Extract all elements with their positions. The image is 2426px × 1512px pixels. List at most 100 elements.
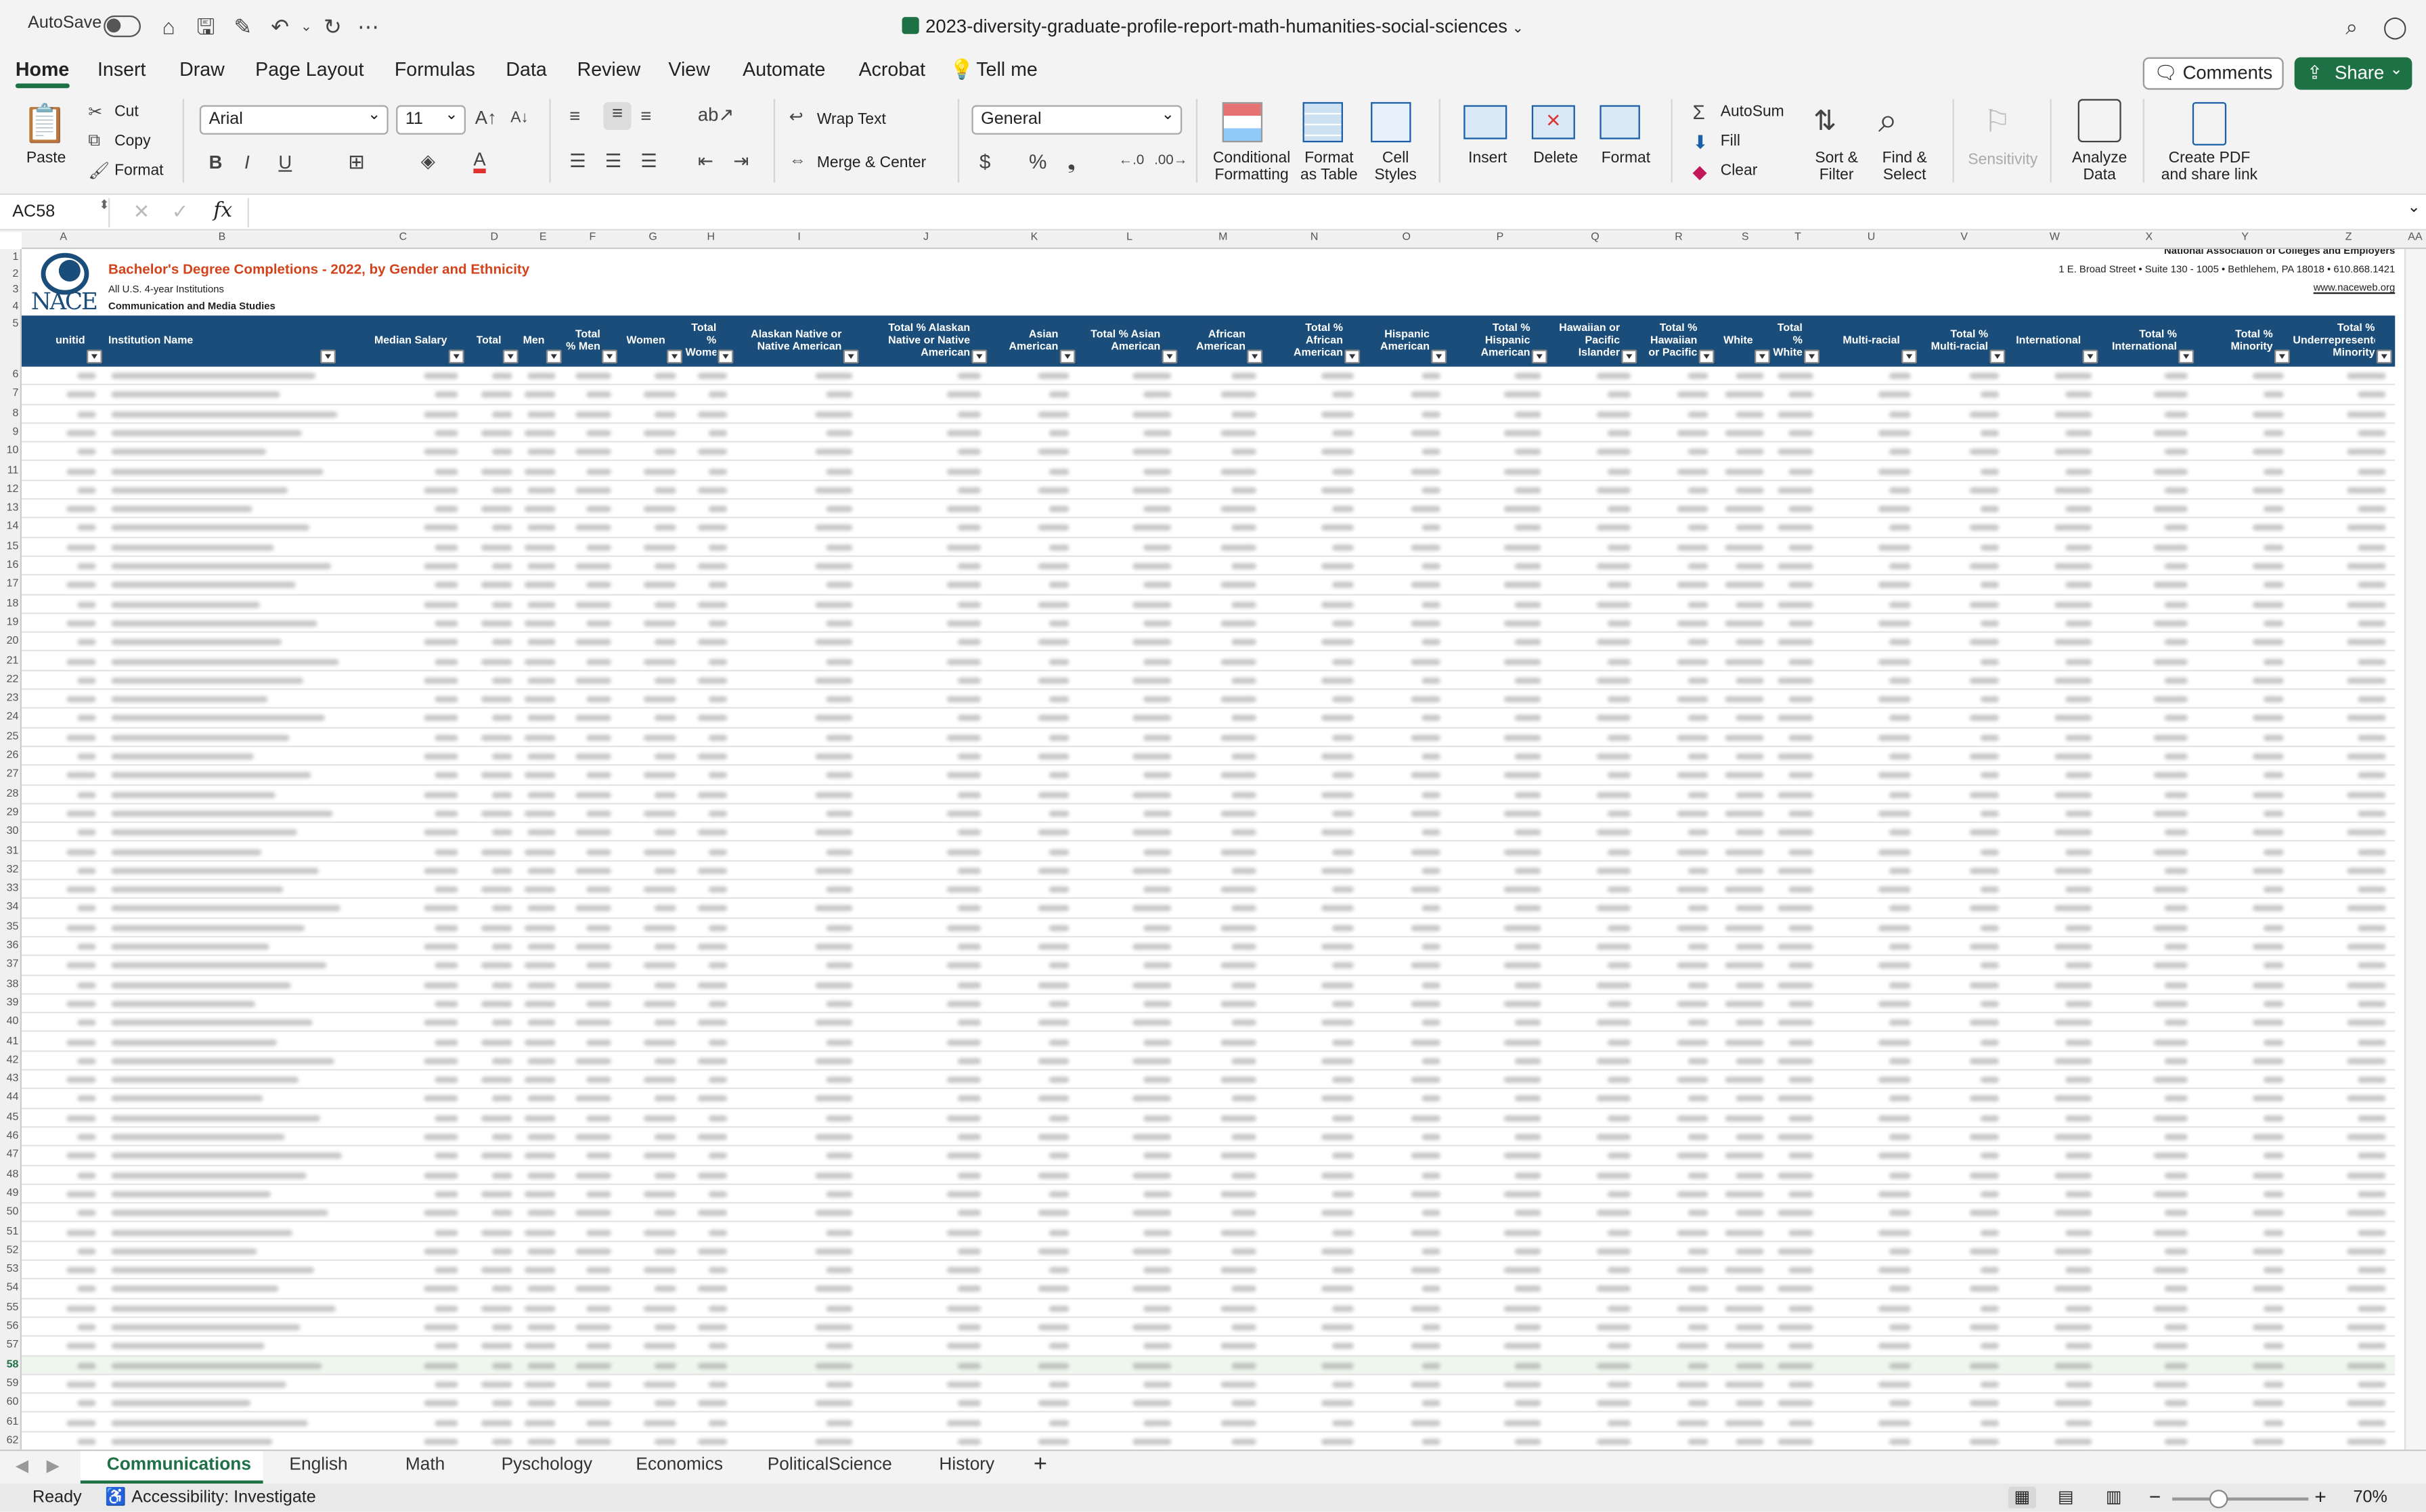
cell-value[interactable]: [586, 658, 611, 665]
cell-value[interactable]: [1143, 925, 1172, 931]
cell-value[interactable]: [491, 411, 512, 418]
cell-value[interactable]: [111, 1038, 278, 1045]
cell-value[interactable]: [708, 962, 728, 969]
cell-value[interactable]: [2252, 1286, 2284, 1293]
cell-value[interactable]: [2347, 906, 2386, 912]
cell-value[interactable]: [1132, 867, 1172, 874]
cell-value[interactable]: [111, 1286, 279, 1293]
cell-value[interactable]: [1503, 772, 1541, 779]
cell-value[interactable]: [1321, 791, 1354, 798]
cell-value[interactable]: [2358, 1343, 2386, 1350]
cell-value[interactable]: [424, 449, 458, 455]
cell-value[interactable]: [1736, 1019, 1764, 1026]
cell-value[interactable]: [1889, 943, 1911, 950]
row-header-19[interactable]: 19: [0, 617, 19, 628]
cell-value[interactable]: [1736, 1438, 1764, 1445]
row-header-30[interactable]: 30: [0, 826, 19, 837]
merge-center-button[interactable]: Merge & Center: [817, 155, 926, 172]
cell-value[interactable]: [1688, 1248, 1708, 1255]
cell-value[interactable]: [1980, 810, 2000, 817]
cell-value[interactable]: [815, 487, 853, 493]
cell-value[interactable]: [491, 867, 512, 874]
row-header-24[interactable]: 24: [0, 712, 19, 723]
cell-value[interactable]: [2153, 543, 2188, 550]
cell-value[interactable]: [575, 1400, 611, 1407]
cell-value[interactable]: [1788, 1191, 1813, 1197]
cell-value[interactable]: [1889, 372, 1911, 379]
cell-value[interactable]: [575, 791, 611, 798]
cell-value[interactable]: [1878, 810, 1911, 817]
cell-value[interactable]: [1143, 696, 1172, 703]
cell-value[interactable]: [2263, 582, 2284, 589]
column-header-q[interactable]: Q: [1550, 232, 1640, 243]
tab-page-layout[interactable]: Page Layout: [255, 59, 363, 81]
cell-value[interactable]: [527, 1172, 556, 1178]
cell-value[interactable]: [2358, 391, 2386, 399]
cell-value[interactable]: [111, 1267, 314, 1274]
cell-value[interactable]: [697, 525, 728, 531]
cell-value[interactable]: [2252, 372, 2284, 379]
cell-value[interactable]: [1514, 1362, 1541, 1369]
cell-value[interactable]: [1231, 1324, 1256, 1331]
cell-value[interactable]: [1038, 487, 1069, 493]
row-header-10[interactable]: 10: [0, 446, 19, 457]
cell-value[interactable]: [111, 886, 284, 893]
cell-value[interactable]: [1688, 449, 1708, 455]
cell-value[interactable]: [2347, 1209, 2386, 1216]
cell-value[interactable]: [654, 867, 676, 874]
percent-icon[interactable]: %: [1029, 150, 1046, 173]
cell-value[interactable]: [1321, 411, 1354, 418]
cell-value[interactable]: [1736, 715, 1764, 722]
filter-dropdown-icon[interactable]: [2082, 349, 2098, 364]
cell-value[interactable]: [481, 696, 512, 703]
cell-value[interactable]: [1503, 848, 1541, 855]
cell-value[interactable]: [2358, 886, 2386, 893]
cell-value[interactable]: [1778, 715, 1813, 722]
cell-value[interactable]: [424, 1209, 458, 1216]
cell-value[interactable]: [957, 1019, 982, 1026]
cell-value[interactable]: [1778, 1286, 1813, 1293]
cell-value[interactable]: [1596, 677, 1631, 684]
prev-sheet-icon[interactable]: ◀: [16, 1456, 28, 1475]
cell-value[interactable]: [957, 525, 982, 531]
cell-value[interactable]: [481, 1305, 512, 1312]
cell-value[interactable]: [491, 449, 512, 455]
cell-value[interactable]: [66, 1381, 96, 1388]
cell-value[interactable]: [1038, 677, 1069, 684]
cell-value[interactable]: [1969, 449, 2000, 455]
cell-value[interactable]: [524, 543, 556, 550]
filter-dropdown-icon[interactable]: [320, 349, 336, 364]
cell-value[interactable]: [1677, 1191, 1708, 1197]
cell-value[interactable]: [1980, 1077, 2000, 1084]
cell-value[interactable]: [957, 791, 982, 798]
cell-value[interactable]: [1878, 506, 1911, 512]
cell-value[interactable]: [481, 962, 512, 969]
cell-value[interactable]: [2153, 582, 2188, 589]
cell-value[interactable]: [527, 867, 556, 874]
cell-value[interactable]: [1038, 372, 1069, 379]
cell-value[interactable]: [1132, 562, 1172, 570]
cell-value[interactable]: [1421, 753, 1440, 760]
cell-value[interactable]: [1889, 1248, 1911, 1255]
cell-value[interactable]: [697, 1248, 728, 1255]
cell-value[interactable]: [481, 1115, 512, 1121]
cell-value[interactable]: [1878, 696, 1911, 703]
cell-value[interactable]: [1038, 1400, 1069, 1407]
cell-value[interactable]: [2358, 696, 2386, 703]
cell-value[interactable]: [815, 372, 853, 379]
cell-value[interactable]: [1736, 753, 1764, 760]
cell-value[interactable]: [815, 525, 853, 531]
table-row[interactable]: [21, 671, 2396, 690]
cell-value[interactable]: [2347, 829, 2386, 836]
cell-value[interactable]: [1688, 1438, 1708, 1445]
table-row[interactable]: [22, 1432, 2395, 1450]
cell-value[interactable]: [1607, 1153, 1631, 1159]
cell-value[interactable]: [2358, 468, 2386, 474]
cell-value[interactable]: [1514, 1438, 1541, 1445]
cell-value[interactable]: [424, 677, 458, 684]
cell-value[interactable]: [1736, 1324, 1764, 1331]
cell-value[interactable]: [815, 715, 853, 722]
cell-value[interactable]: [815, 1362, 853, 1369]
cell-value[interactable]: [1788, 658, 1813, 665]
cell-value[interactable]: [575, 1362, 611, 1369]
